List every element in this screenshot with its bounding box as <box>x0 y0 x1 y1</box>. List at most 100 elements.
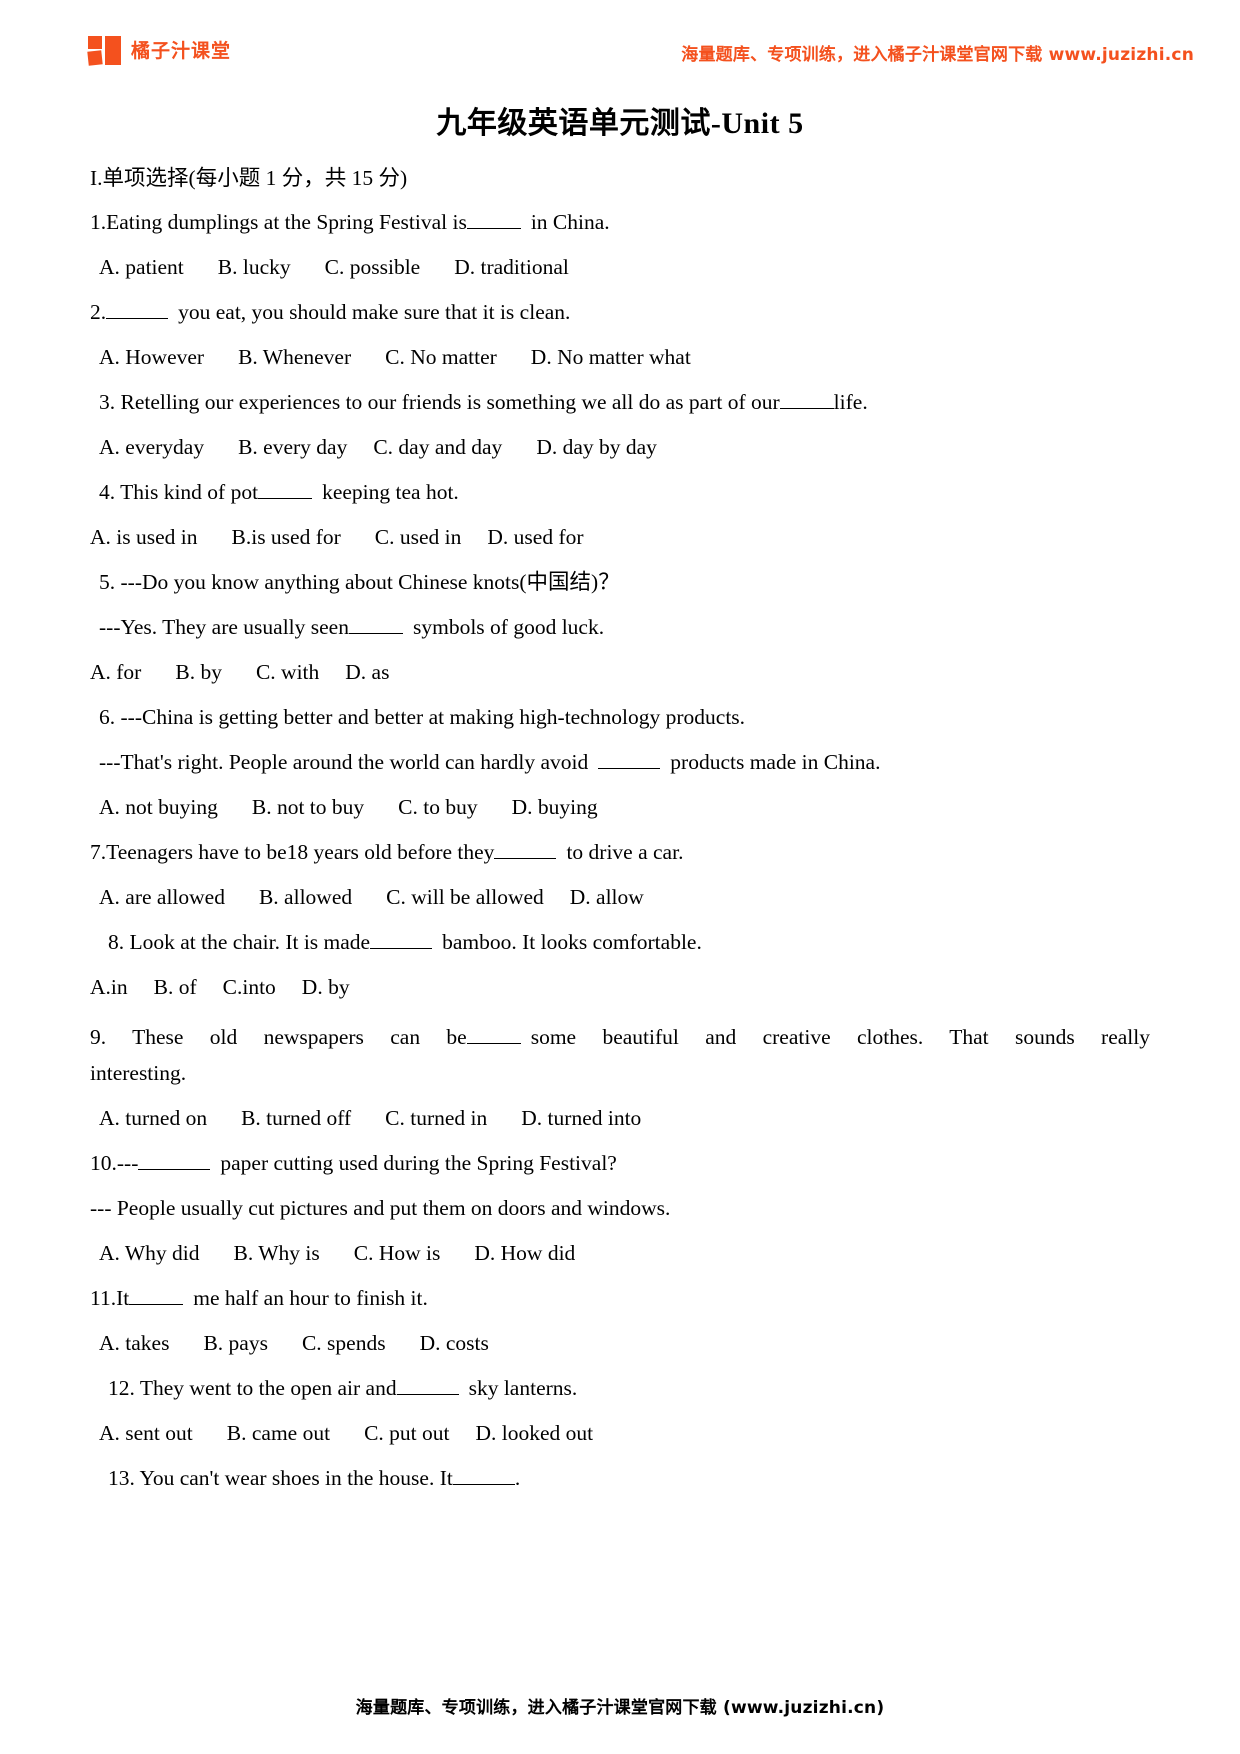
question-9-stem: 9. These old newspapers can be some beaut… <box>90 1022 1150 1053</box>
question-2-stem-before: 2. <box>90 299 107 324</box>
question-5-stem-line1: 5. ---Do you know anything about Chinese… <box>99 569 620 594</box>
question-8-stem: 8. Look at the chair. It is made bamboo. … <box>90 929 1150 954</box>
brand-name-label: 橘子汁课堂 <box>131 39 232 62</box>
option-c[interactable]: C. day and day <box>373 435 502 459</box>
option-a[interactable]: A. are allowed <box>99 885 225 909</box>
option-b[interactable]: B. pays <box>203 1331 268 1355</box>
question-12-options: A. sent out B. came out C. put out D. looke… <box>90 1421 1150 1445</box>
option-b[interactable]: B. not to buy <box>252 795 364 819</box>
option-d[interactable]: D. used for <box>487 525 583 549</box>
option-d[interactable]: D. allow <box>570 885 644 909</box>
option-a[interactable]: A. for <box>90 660 141 684</box>
option-c[interactable]: C. to buy <box>398 795 477 819</box>
answer-blank <box>452 1483 515 1485</box>
option-c[interactable]: C. possible <box>325 255 421 279</box>
question-12-stem-before: 12. They went to the open air and <box>108 1375 397 1400</box>
question-10-stem-before: 10.--- <box>90 1150 139 1175</box>
option-b[interactable]: B. turned off <box>241 1106 351 1130</box>
option-a[interactable]: A. Why did <box>99 1241 200 1265</box>
question-10-options: A. Why did B. Why is C. How is D. How did <box>90 1241 1150 1265</box>
question-8-stem-before: 8. Look at the chair. It is made <box>108 929 371 954</box>
question-2-stem: 2. you eat, you should make sure that it … <box>90 299 1150 324</box>
option-b[interactable]: B. Whenever <box>238 345 351 369</box>
question-10-stem-line2: --- People usually cut pictures and put … <box>90 1195 671 1220</box>
option-a[interactable]: A. is used in <box>90 525 198 549</box>
option-d[interactable]: D. as <box>345 660 389 684</box>
option-a[interactable]: A. takes <box>99 1331 169 1355</box>
option-d[interactable]: D. looked out <box>475 1421 593 1445</box>
answer-blank <box>129 1303 184 1305</box>
option-a[interactable]: A.in <box>90 975 128 999</box>
question-9-stem-continued: interesting. <box>90 1060 187 1085</box>
option-b[interactable]: B. came out <box>227 1421 330 1445</box>
question-10-stem-after: paper cutting used during the Spring Fes… <box>220 1150 617 1175</box>
option-a[interactable]: A. turned on <box>99 1106 207 1130</box>
answer-blank <box>466 227 521 229</box>
option-c[interactable]: C. No matter <box>385 345 497 369</box>
option-d[interactable]: D. How did <box>474 1241 575 1265</box>
option-a[interactable]: A. everyday <box>99 435 204 459</box>
option-d[interactable]: D. day by day <box>536 435 657 459</box>
option-a[interactable]: A. sent out <box>99 1421 193 1445</box>
question-11-stem: 11.It me half an hour to finish it. <box>90 1285 1150 1310</box>
option-c[interactable]: C. turned in <box>385 1106 487 1130</box>
option-b[interactable]: B.is used for <box>232 525 341 549</box>
option-d[interactable]: D. by <box>302 975 350 999</box>
answer-blank <box>779 407 834 409</box>
question-6-stem-after: products made in China. <box>670 749 881 774</box>
question-4-stem-before: 4. This kind of pot <box>99 479 259 504</box>
option-b[interactable]: B. lucky <box>218 255 291 279</box>
answer-blank <box>466 1042 521 1044</box>
option-c[interactable]: C. with <box>256 660 319 684</box>
option-b[interactable]: B. every day <box>238 435 347 459</box>
answer-blank <box>396 1393 459 1395</box>
page-header: 橘子汁课堂 海量题库、专项训练，进入橘子汁课堂官网下载 www.juzizhi.… <box>0 0 1240 84</box>
question-2-options: A. However B. Whenever C. No matter D. No m… <box>90 345 1150 369</box>
option-d[interactable]: D. traditional <box>454 255 569 279</box>
question-6-stem-line1: 6. ---China is getting better and better… <box>99 704 746 729</box>
option-d[interactable]: D. buying <box>512 795 598 819</box>
option-c[interactable]: C. How is <box>354 1241 441 1265</box>
question-3-options: A. everyday B. every day C. day and day D. … <box>90 435 1150 459</box>
question-5-stem-after: symbols of good luck. <box>412 614 605 639</box>
content-area: I.单项选择(每小题 1 分，共 15 分) 1.Eating dumpling… <box>90 166 1150 1489</box>
option-a[interactable]: A. not buying <box>99 795 218 819</box>
option-b[interactable]: B. by <box>175 660 222 684</box>
question-5-stem-before: ---Yes. They are usually seen <box>99 614 349 639</box>
question-11-stem-after: me half an hour to finish it. <box>193 1285 428 1310</box>
question-2-stem-after: you eat, you should make sure that it is… <box>178 299 571 324</box>
option-c[interactable]: C. used in <box>375 525 462 549</box>
question-11-stem-before: 11.It <box>90 1285 130 1310</box>
question-1-options: A. patient B. lucky C. possible D. traditio… <box>90 255 1150 279</box>
option-c[interactable]: C. put out <box>364 1421 449 1445</box>
answer-blank <box>370 947 433 949</box>
question-11-options: A. takes B. pays C. spends D. costs <box>90 1331 1150 1355</box>
question-4-stem: 4. This kind of pot keeping tea hot. <box>90 479 1150 504</box>
option-c[interactable]: C. will be allowed <box>386 885 544 909</box>
question-6-stem-line2: ---That's right. People around the world… <box>90 749 1150 774</box>
option-a[interactable]: A. However <box>99 345 204 369</box>
option-b[interactable]: B. Why is <box>234 1241 320 1265</box>
question-1-stem-before: 1.Eating dumplings at the Spring Festiva… <box>90 209 467 234</box>
section-heading: I.单项选择(每小题 1 分，共 15 分) <box>90 166 408 190</box>
option-c[interactable]: C. spends <box>302 1331 386 1355</box>
question-5-options: A. for B. by C. with D. as <box>90 660 1150 684</box>
question-8-stem-after: bamboo. It looks comfortable. <box>442 929 702 954</box>
option-b[interactable]: B. allowed <box>259 885 352 909</box>
option-b[interactable]: B. of <box>154 975 197 999</box>
option-c[interactable]: C.into <box>223 975 276 999</box>
page-title: 九年级英语单元测试-Unit 5 <box>436 107 804 140</box>
question-6-options: A. not buying B. not to buy C. to buy D. bu… <box>90 795 1150 819</box>
answer-blank <box>258 497 313 499</box>
question-6-stem-before: ---That's right. People around the world… <box>99 749 589 774</box>
question-9-stem-after: some beautiful and creative clothes. Tha… <box>530 1024 1150 1049</box>
header-promo-text: 海量题库、专项训练，进入橘子汁课堂官网下载 www.juzizhi.cn <box>681 45 1194 65</box>
question-9-stem-before: 9. These old newspapers can be <box>90 1024 467 1049</box>
option-d[interactable]: D. turned into <box>521 1106 641 1130</box>
question-3-stem: 3. Retelling our experiences to our frie… <box>90 391 1150 414</box>
option-d[interactable]: D. costs <box>420 1331 489 1355</box>
question-9-options: A. turned on B. turned off C. turned in D. … <box>90 1106 1150 1130</box>
question-4-options: A. is used in B.is used for C. used in D. u… <box>90 525 1150 549</box>
option-a[interactable]: A. patient <box>99 255 184 279</box>
option-d[interactable]: D. No matter what <box>531 345 691 369</box>
